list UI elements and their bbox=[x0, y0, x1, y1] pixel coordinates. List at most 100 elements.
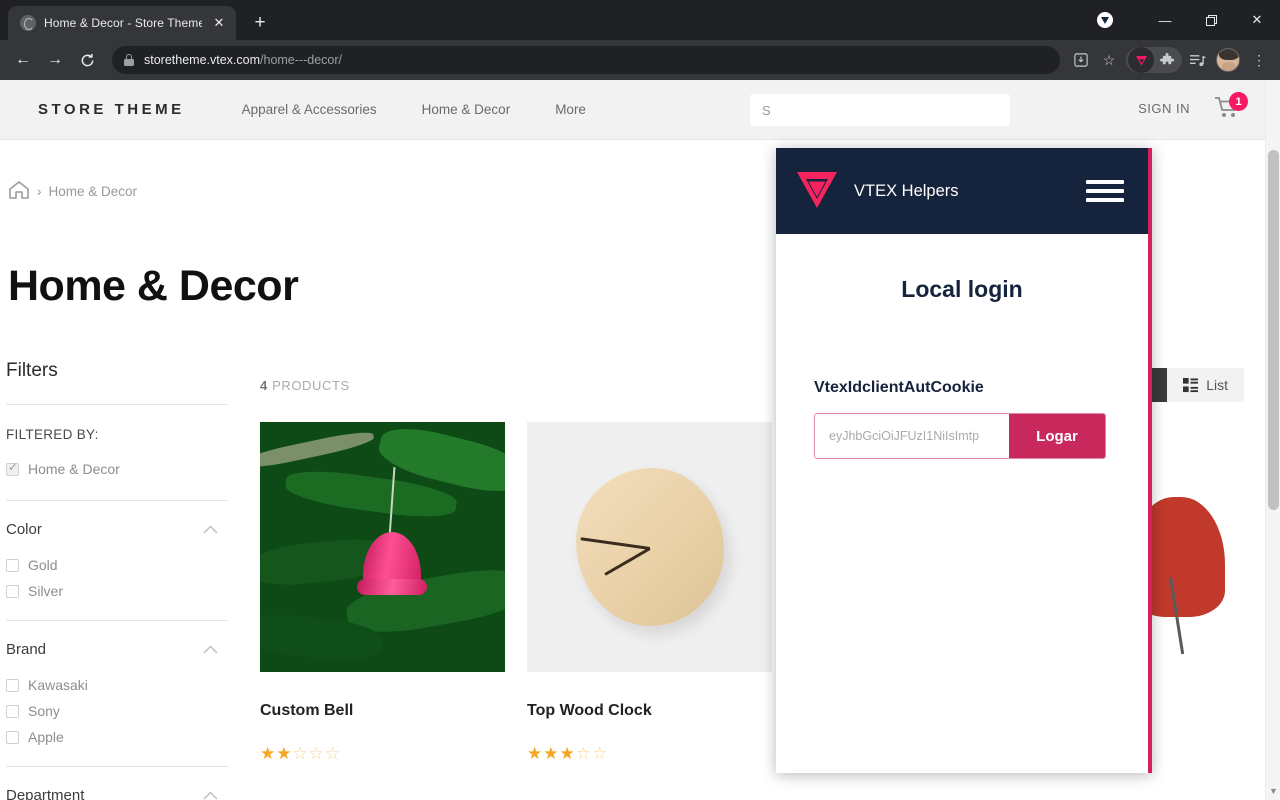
window-controls: — ✕ bbox=[1096, 0, 1280, 40]
vtex-extension-icon[interactable] bbox=[1128, 47, 1154, 73]
filter-option-label: Sony bbox=[28, 703, 60, 719]
filter-option-label: Gold bbox=[28, 557, 58, 573]
filter-option-silver[interactable]: Silver bbox=[6, 578, 228, 604]
filter-section-color[interactable]: Color bbox=[6, 501, 228, 552]
address-bar[interactable]: storetheme.vtex.com/home---decor/ bbox=[112, 46, 1060, 74]
cookie-field-label: VtexIdclientAutCookie bbox=[814, 379, 984, 396]
maximize-button[interactable] bbox=[1188, 0, 1234, 40]
product-count-number: 4 bbox=[260, 377, 268, 393]
extensions-puzzle-icon[interactable] bbox=[1154, 47, 1180, 73]
checkbox-icon[interactable] bbox=[6, 730, 19, 744]
tab-strip: Home & Decor - Store Theme — ✕ + — ✕ bbox=[0, 0, 1280, 40]
checkbox-icon[interactable] bbox=[6, 704, 19, 718]
popup-header: VTEX Helpers bbox=[776, 148, 1148, 234]
chevron-up-icon[interactable] bbox=[203, 789, 218, 800]
checkbox-icon[interactable] bbox=[6, 460, 19, 476]
chevron-up-icon[interactable] bbox=[203, 523, 218, 537]
cart-button[interactable]: 1 bbox=[1214, 92, 1248, 126]
nav-item-apparel-accessories[interactable]: Apparel & Accessories bbox=[242, 102, 377, 117]
browser-window: Home & Decor - Store Theme — ✕ + — ✕ ← →… bbox=[0, 0, 1280, 800]
filters-title: Filters bbox=[6, 360, 58, 381]
page-title: Home & Decor bbox=[8, 262, 299, 310]
close-window-button[interactable]: ✕ bbox=[1234, 0, 1280, 40]
filter-option-kawasaki[interactable]: Kawasaki bbox=[6, 672, 228, 698]
vtex-logo-icon bbox=[794, 168, 840, 215]
filter-section-title: Color bbox=[6, 521, 42, 538]
page-favicon bbox=[20, 15, 36, 31]
filter-section-brand[interactable]: Brand bbox=[6, 621, 228, 672]
store-search-input[interactable]: S bbox=[750, 94, 1010, 126]
filter-section-title: Brand bbox=[6, 641, 47, 658]
product-name: Custom Bell bbox=[260, 702, 354, 719]
filter-section-title: Department bbox=[6, 787, 85, 800]
filter-option-label: Apple bbox=[28, 729, 64, 745]
new-tab-button[interactable]: + bbox=[246, 9, 274, 37]
product-count: 4 PRODUCTS bbox=[260, 378, 350, 393]
reading-list-icon[interactable] bbox=[1184, 47, 1210, 73]
store-nav: Apparel & Accessories Home & Decor More bbox=[242, 102, 586, 117]
product-name: Top Wood Clock bbox=[527, 702, 652, 719]
home-icon[interactable] bbox=[8, 180, 30, 203]
filter-options-color: Gold Silver bbox=[6, 552, 228, 620]
nav-item-more[interactable]: More bbox=[555, 102, 586, 117]
chrome-menu-icon[interactable]: ⋮ bbox=[1246, 47, 1272, 73]
popup-heading: Local login bbox=[901, 276, 1023, 302]
browser-toolbar: ← → storetheme.vtex.com/home---decor/ ☆ bbox=[0, 40, 1280, 80]
filter-option-sony[interactable]: Sony bbox=[6, 698, 228, 724]
product-rating: ★★☆☆☆ bbox=[260, 744, 342, 763]
filter-option-gold[interactable]: Gold bbox=[6, 552, 228, 578]
forward-icon[interactable]: → bbox=[40, 45, 70, 75]
cookie-field-row: Logar bbox=[814, 413, 1106, 459]
page-scrollbar[interactable]: ▼ bbox=[1265, 80, 1280, 800]
filter-option-label: Kawasaki bbox=[28, 677, 88, 693]
reload-icon[interactable] bbox=[72, 45, 102, 75]
product-rating: ★★★☆☆ bbox=[527, 744, 609, 763]
checkbox-icon[interactable] bbox=[6, 678, 19, 692]
hamburger-menu-icon[interactable] bbox=[1086, 180, 1124, 202]
bookmark-star-icon[interactable]: ☆ bbox=[1096, 47, 1122, 73]
applied-filter-label: Home & Decor bbox=[28, 461, 120, 477]
page-viewport: STORE THEME Apparel & Accessories Home &… bbox=[0, 80, 1280, 800]
vtex-helpers-popup: VTEX Helpers Local login VtexIdclientAut… bbox=[776, 148, 1152, 773]
tab-title: Home & Decor - Store Theme — bbox=[44, 16, 202, 30]
url-path: /home---decor/ bbox=[260, 53, 342, 67]
filter-options-brand: Kawasaki Sony Apple bbox=[6, 672, 228, 766]
close-icon[interactable]: ✕ bbox=[210, 14, 228, 32]
pink-bell-on-pine-photo bbox=[260, 422, 505, 672]
filter-option-apple[interactable]: Apple bbox=[6, 724, 228, 750]
list-icon bbox=[1183, 377, 1199, 392]
browser-tab[interactable]: Home & Decor - Store Theme — ✕ bbox=[8, 6, 236, 40]
view-list-label: List bbox=[1206, 377, 1228, 393]
cookie-input[interactable] bbox=[815, 414, 1009, 458]
filter-section-department[interactable]: Department bbox=[6, 767, 228, 800]
cart-count-badge: 1 bbox=[1229, 92, 1248, 111]
product-card[interactable]: Custom Bell ★★☆☆☆ bbox=[260, 422, 505, 764]
nav-item-home-decor[interactable]: Home & Decor bbox=[422, 102, 511, 117]
filtered-by-label: FILTERED BY: bbox=[6, 427, 99, 442]
url-domain: storetheme.vtex.com bbox=[144, 53, 261, 67]
back-icon[interactable]: ← bbox=[8, 45, 38, 75]
profile-avatar[interactable] bbox=[1216, 48, 1240, 72]
applied-filter-home-decor[interactable]: Home & Decor bbox=[6, 456, 228, 482]
store-logo[interactable]: STORE THEME bbox=[38, 101, 185, 118]
chevron-up-icon[interactable] bbox=[203, 643, 218, 657]
checkbox-icon[interactable] bbox=[6, 558, 19, 572]
minimize-button[interactable]: — bbox=[1142, 0, 1188, 40]
breadcrumb: › Home & Decor bbox=[8, 180, 137, 203]
wooden-wall-clock-photo bbox=[527, 422, 772, 672]
view-list-button[interactable]: List bbox=[1167, 368, 1244, 402]
store-header: STORE THEME Apparel & Accessories Home &… bbox=[0, 80, 1280, 140]
install-app-icon[interactable] bbox=[1068, 47, 1094, 73]
checkbox-icon[interactable] bbox=[6, 584, 19, 598]
product-card[interactable]: Top Wood Clock ★★★☆☆ bbox=[527, 422, 772, 764]
scroll-down-icon[interactable]: ▼ bbox=[1269, 786, 1278, 796]
breadcrumb-current[interactable]: Home & Decor bbox=[49, 184, 138, 199]
breadcrumb-separator: › bbox=[37, 184, 42, 199]
scrollbar-thumb[interactable] bbox=[1268, 150, 1279, 510]
logar-button[interactable]: Logar bbox=[1009, 414, 1105, 458]
url-text: storetheme.vtex.com/home---decor/ bbox=[144, 53, 342, 67]
lock-icon bbox=[124, 54, 134, 66]
sign-in-link[interactable]: SIGN IN bbox=[1138, 101, 1190, 116]
extension-pill bbox=[1126, 47, 1182, 73]
product-count-label: PRODUCTS bbox=[272, 377, 350, 393]
